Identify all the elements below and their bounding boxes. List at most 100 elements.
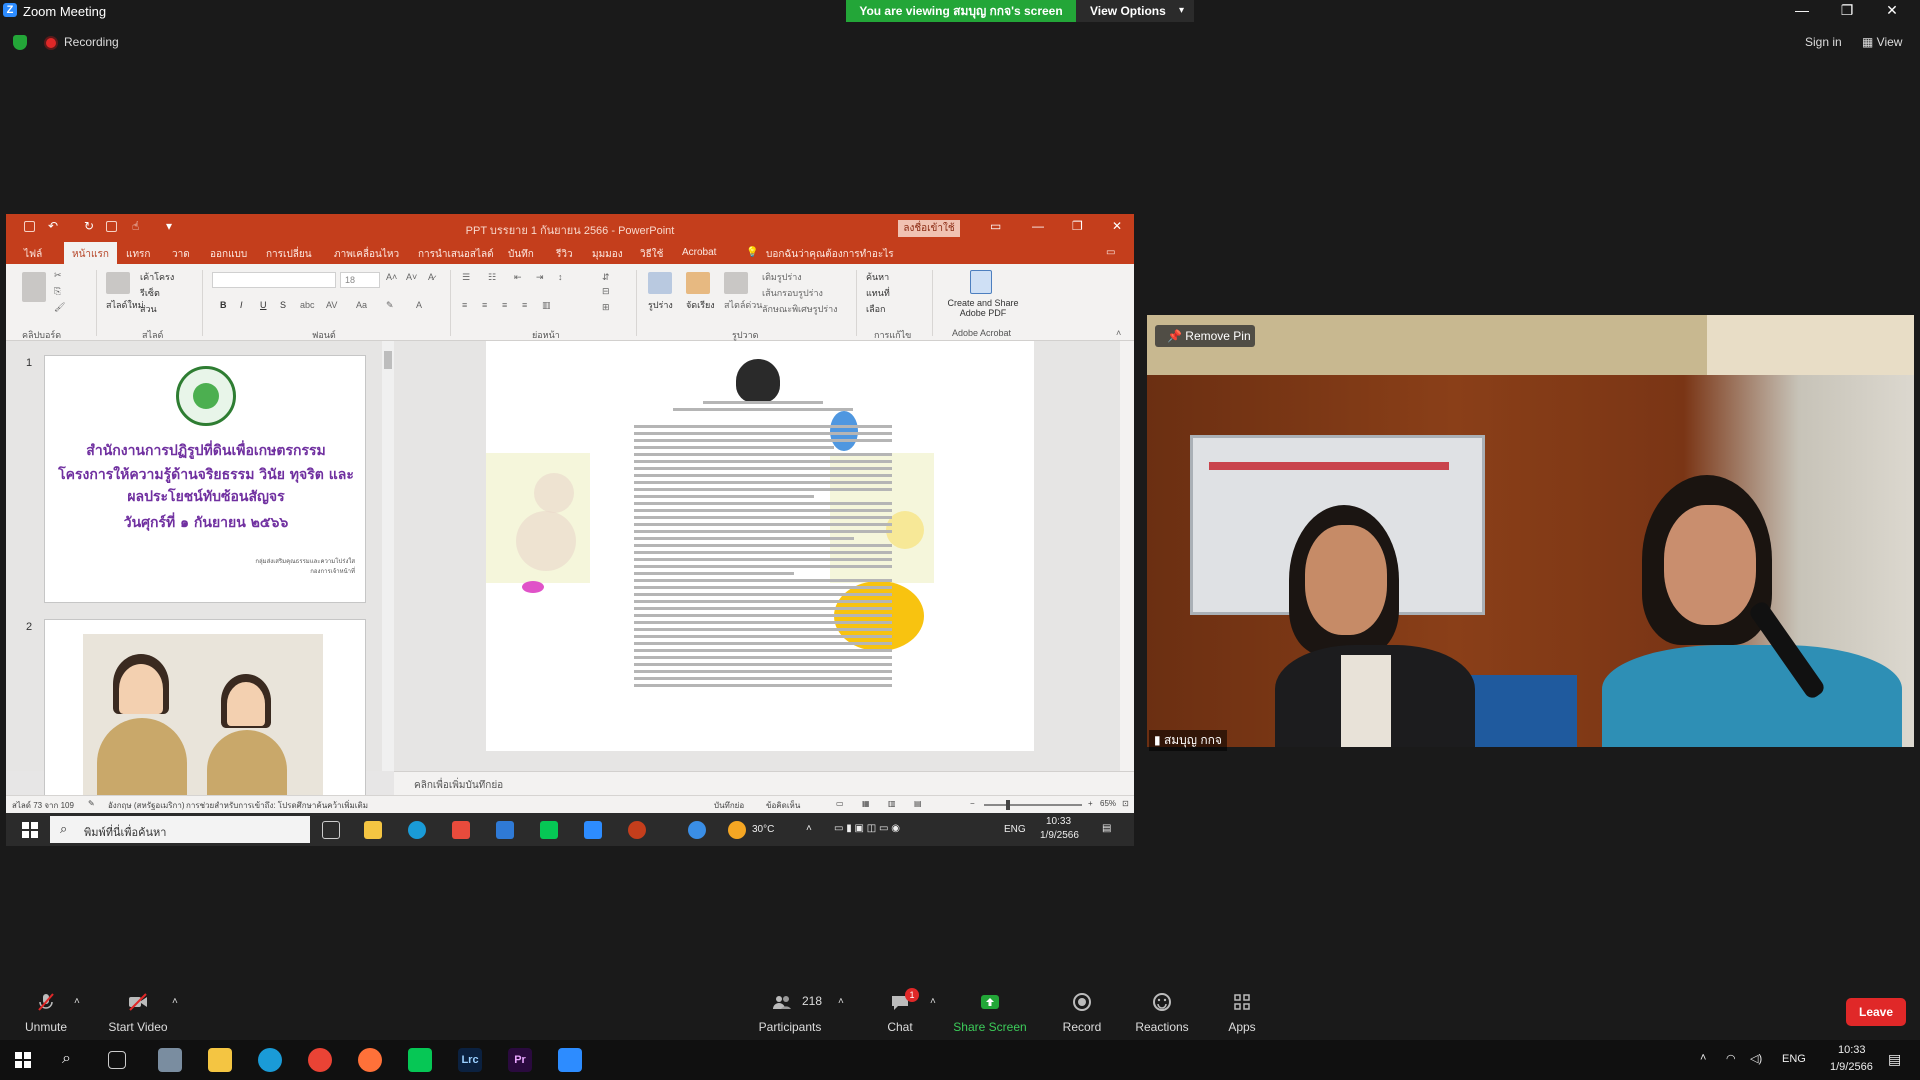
align-left-icon[interactable]: ≡	[462, 300, 467, 310]
cut-icon[interactable]: ✂	[54, 270, 62, 281]
columns-icon[interactable]: ▥	[542, 300, 551, 311]
copy-icon[interactable]: ⎘	[54, 286, 61, 297]
create-share-pdf-button[interactable]: Create and Share Adobe PDF	[942, 298, 1024, 318]
underline-icon[interactable]: U	[260, 300, 267, 310]
weather-temp[interactable]: 30°C	[752, 824, 774, 835]
layout-button[interactable]: เค้าโครง	[140, 270, 174, 284]
slide-sorter-icon[interactable]: ▦	[862, 799, 870, 808]
reset-button[interactable]: รีเซ็ต	[140, 286, 160, 300]
numbering-icon[interactable]: ☷	[488, 272, 496, 283]
tray-chevron-icon[interactable]: ˄	[806, 823, 812, 834]
thumbnails-scrollbar[interactable]	[382, 341, 394, 771]
chrome-icon[interactable]	[308, 1048, 332, 1072]
quick-styles-icon[interactable]	[724, 272, 748, 294]
decrease-indent-icon[interactable]: ⇤	[514, 272, 522, 283]
zoom-level[interactable]: 65%	[1100, 799, 1116, 808]
arrange-icon[interactable]	[686, 272, 710, 294]
replace-button[interactable]: แทนที่	[866, 286, 890, 300]
shape-fill-button[interactable]: เติมรูปร่าง	[762, 270, 802, 284]
reading-view-icon[interactable]: ▥	[888, 799, 896, 808]
recording-label[interactable]: Recording	[64, 35, 119, 49]
zoom-in-icon[interactable]: +	[1088, 799, 1093, 808]
shapes-icon[interactable]	[648, 272, 672, 294]
select-button[interactable]: เลือก	[866, 302, 885, 316]
network-icon[interactable]: ◠	[1726, 1052, 1736, 1065]
language-status[interactable]: อังกฤษ (สหรัฐอเมริกา)	[108, 799, 185, 812]
collapse-ribbon-icon[interactable]: ˄	[1116, 328, 1121, 338]
input-language[interactable]: ENG	[1004, 824, 1026, 835]
video-options-caret-icon[interactable]: ˄	[172, 996, 178, 1007]
change-case-icon[interactable]: Aa	[356, 300, 367, 310]
fit-slide-icon[interactable]: ⊡	[1122, 799, 1129, 808]
tab-slideshow[interactable]: การนำเสนอสไลด์	[418, 247, 494, 262]
ppt-close-icon[interactable]: ✕	[1112, 219, 1122, 233]
windows-start-icon[interactable]	[15, 1052, 31, 1068]
zoom-out-icon[interactable]: −	[970, 799, 975, 808]
strikethrough-icon[interactable]: abc	[300, 300, 315, 310]
zoom-app-icon[interactable]	[558, 1048, 582, 1072]
tab-animations[interactable]: ภาพเคลื่อนไหว	[334, 247, 399, 262]
remove-pin-button[interactable]: 📌 Remove Pin	[1155, 325, 1255, 347]
task-view-icon[interactable]	[108, 1051, 126, 1069]
pc-icon[interactable]	[158, 1048, 182, 1072]
smartart-icon[interactable]: ⊞	[602, 302, 610, 313]
paste-icon[interactable]	[22, 272, 46, 302]
accessibility-status[interactable]: การช่วยสำหรับการเข้าถึง: โปรดศึกษาค้นคว้…	[186, 799, 368, 812]
taskbar-time[interactable]: 10:33	[1838, 1044, 1866, 1056]
bold-icon[interactable]: B	[220, 300, 227, 310]
sign-in-link[interactable]: Sign in	[1805, 35, 1842, 49]
font-size-input[interactable]: 18	[340, 272, 380, 288]
tab-transitions[interactable]: การเปลี่ยน	[266, 247, 312, 262]
justify-icon[interactable]: ≡	[522, 300, 527, 310]
ppt-minimize-icon[interactable]: —	[1032, 219, 1044, 233]
format-painter-icon[interactable]: 🖌	[54, 302, 65, 313]
tab-draw[interactable]: วาด	[172, 247, 190, 262]
windows-start-icon[interactable]	[22, 822, 38, 838]
participants-caret-icon[interactable]: ˄	[838, 996, 844, 1007]
font-name-input[interactable]	[212, 272, 336, 288]
adobe-pdf-icon[interactable]	[970, 270, 992, 294]
notes-pane[interactable]: คลิกเพื่อเพิ่มบันทึกย่อ	[394, 771, 1134, 795]
taskbar-search-box[interactable]: ⌕ พิมพ์ที่นี่เพื่อค้นหา	[50, 816, 310, 843]
mail-icon[interactable]	[496, 821, 514, 839]
italic-icon[interactable]: I	[240, 300, 243, 310]
input-language[interactable]: ENG	[1782, 1053, 1806, 1065]
align-text-icon[interactable]: ⊟	[602, 286, 610, 297]
current-slide[interactable]	[486, 341, 1034, 751]
new-slide-label[interactable]: สไลด์ใหม่	[106, 298, 144, 312]
tab-view[interactable]: มุมมอง	[592, 247, 623, 262]
text-direction-icon[interactable]: ⇵	[602, 272, 610, 283]
align-right-icon[interactable]: ≡	[502, 300, 507, 310]
volume-icon[interactable]: ◁)	[1750, 1052, 1762, 1065]
tab-record[interactable]: บันทึก	[508, 247, 534, 262]
notifications-icon[interactable]: ▤	[1102, 823, 1111, 834]
slideshow-icon[interactable]: ▤	[914, 799, 922, 808]
leave-button[interactable]: Leave	[1846, 998, 1906, 1026]
slide-thumbnail-2[interactable]	[44, 619, 366, 799]
restore-icon[interactable]: ❐	[1832, 2, 1862, 19]
slide-thumbnail-1[interactable]: สำนักงานการปฏิรูปที่ดินเพื่อเกษตรกรรม โค…	[44, 355, 366, 603]
slide-editor[interactable]	[394, 341, 1134, 771]
ppt-signin-button[interactable]: ลงชื่อเข้าใช้	[898, 220, 960, 237]
taskbar-date[interactable]: 1/9/2566	[1040, 830, 1079, 841]
section-button[interactable]: ส่วน	[140, 302, 157, 316]
zoom-app-icon[interactable]	[584, 821, 602, 839]
security-shield-icon[interactable]	[13, 35, 27, 50]
powerpoint-app-icon[interactable]	[628, 821, 646, 839]
align-center-icon[interactable]: ≡	[482, 300, 487, 310]
tab-help[interactable]: วิธีใช้	[640, 247, 663, 262]
minimize-icon[interactable]: —	[1787, 2, 1817, 18]
quick-styles-label[interactable]: สไตล์ด่วน	[724, 298, 762, 312]
slide-thumbnails-pane[interactable]: 1 สำนักงานการปฏิรูปที่ดินเพื่อเกษตรกรรม …	[6, 341, 394, 799]
line-app-icon[interactable]	[540, 821, 558, 839]
shape-effects-button[interactable]: ลักษณะพิเศษรูปร่าง	[762, 302, 838, 316]
task-view-icon[interactable]	[322, 821, 340, 839]
line-spacing-icon[interactable]: ↕	[558, 272, 563, 282]
tab-design[interactable]: ออกแบบ	[210, 247, 247, 262]
edge-icon[interactable]	[258, 1048, 282, 1072]
clear-formatting-icon[interactable]: A̷	[428, 272, 434, 282]
search-icon[interactable]: ⌕	[62, 1050, 71, 1068]
tab-acrobat[interactable]: Acrobat	[682, 247, 716, 258]
premiere-icon[interactable]: Pr	[508, 1048, 532, 1072]
zoom-slider[interactable]	[984, 804, 1082, 806]
